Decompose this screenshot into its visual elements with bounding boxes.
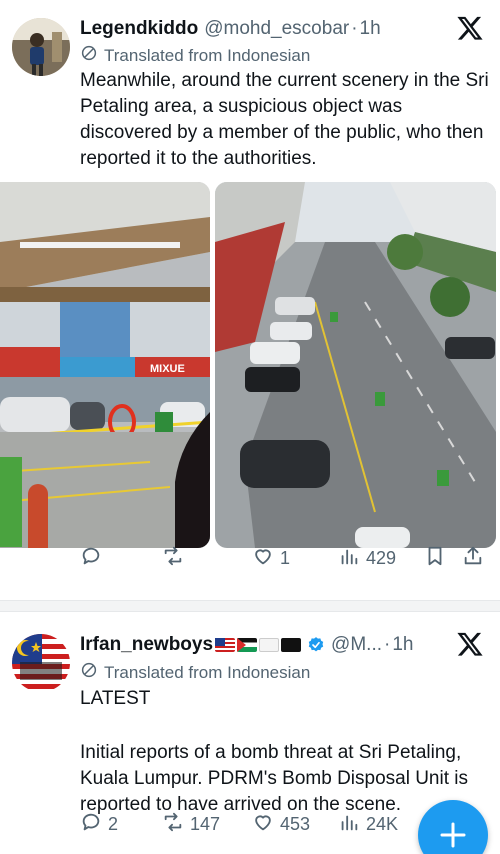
repost-icon: [162, 545, 184, 572]
like-button[interactable]: 453: [252, 811, 310, 838]
views-count: 24K: [366, 813, 399, 834]
tweet-text-headline: LATEST: [80, 688, 151, 709]
like-icon: [252, 811, 274, 838]
tweet-1: Legendkiddo @mohd_escobar · 1h Translate…: [0, 0, 500, 600]
views-icon: [338, 811, 360, 838]
translate-icon: [80, 44, 98, 67]
tweet-header: Irfan_newboys @M... · 1h: [80, 630, 413, 660]
avatar[interactable]: [12, 634, 70, 692]
black-flag-icon: [281, 638, 302, 652]
media-image-street-cordon[interactable]: MIXUE: [0, 182, 210, 548]
timestamp[interactable]: 1h: [360, 18, 381, 40]
tweet-text: Meanwhile, around the current scenery in…: [80, 70, 489, 169]
display-name[interactable]: Irfan_newboys: [80, 634, 213, 656]
reply-button[interactable]: 2: [80, 811, 118, 838]
avatar[interactable]: [12, 18, 70, 76]
repost-icon: [162, 811, 184, 838]
handle[interactable]: @mohd_escobar: [204, 18, 349, 40]
reply-icon: [80, 811, 102, 838]
translated-label[interactable]: Translated from Indonesian: [80, 44, 310, 67]
separator-dot: ·: [351, 18, 358, 39]
repost-button[interactable]: 147: [162, 811, 220, 838]
white-flag-icon: [259, 638, 280, 652]
shop-sign: MIXUE: [150, 363, 185, 375]
timestamp[interactable]: 1h: [392, 634, 413, 656]
share-icon: [462, 545, 484, 572]
repost-count: 147: [190, 813, 221, 834]
translated-text: Translated from Indonesian: [104, 662, 311, 682]
translate-icon: [80, 661, 98, 684]
like-button[interactable]: 1: [252, 545, 290, 572]
translated-text: Translated from Indonesian: [104, 45, 311, 65]
name-flags: [215, 638, 302, 652]
like-icon: [252, 545, 274, 572]
separator-dot: ·: [384, 634, 391, 655]
translated-label[interactable]: Translated from Indonesian: [80, 661, 310, 684]
x-logo-icon[interactable]: [456, 14, 484, 42]
compose-button[interactable]: [418, 800, 488, 854]
like-count: 453: [280, 813, 311, 834]
reply-count: 2: [108, 813, 119, 834]
media-image-aerial-street[interactable]: [215, 182, 496, 548]
compose-plus-icon: [418, 800, 488, 854]
display-name[interactable]: Legendkiddo: [80, 18, 198, 40]
x-logo-icon[interactable]: [456, 630, 484, 658]
share-button[interactable]: [462, 545, 484, 572]
handle[interactable]: @M...: [331, 634, 382, 656]
reply-icon: [80, 545, 102, 572]
reply-button[interactable]: [80, 545, 108, 572]
tweet-header: Legendkiddo @mohd_escobar · 1h: [80, 14, 381, 44]
bookmark-icon: [424, 545, 446, 572]
views-button[interactable]: 24K: [338, 811, 398, 838]
views-icon: [338, 545, 360, 572]
malaysia-flag-icon: [215, 638, 236, 652]
repost-button[interactable]: [162, 545, 190, 572]
palestine-flag-icon: [237, 638, 258, 652]
like-count: 1: [280, 547, 291, 568]
verified-icon: [307, 636, 325, 654]
views-button[interactable]: 429: [338, 545, 396, 572]
views-count: 429: [366, 547, 397, 568]
tweet-divider: [0, 600, 500, 612]
bookmark-button[interactable]: [424, 545, 446, 572]
